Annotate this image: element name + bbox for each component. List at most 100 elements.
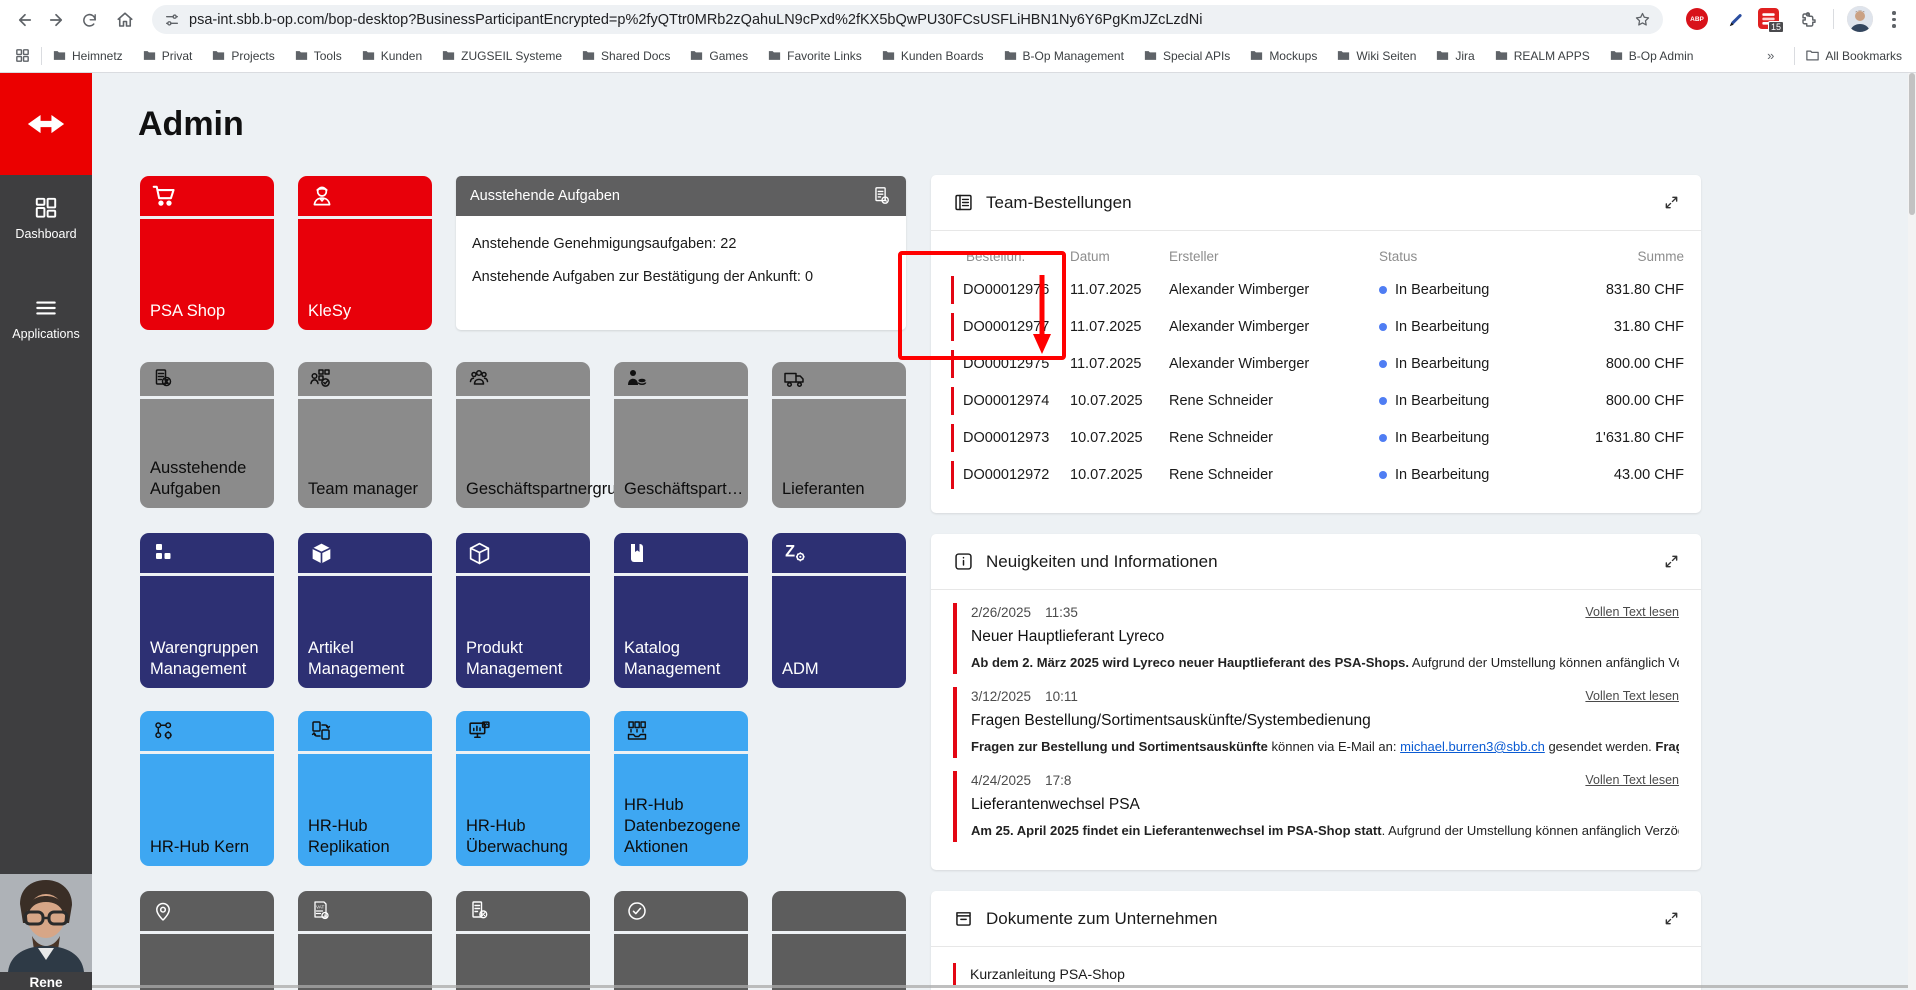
tile-artikel-management[interactable]: Artikel Management xyxy=(298,533,432,688)
vertical-scrollbar[interactable] xyxy=(1908,73,1916,990)
col-header-summe[interactable]: Summe xyxy=(1569,249,1684,264)
email-link[interactable]: michael.burren3@sbb.ch xyxy=(1400,739,1545,754)
scrollbar-thumb[interactable] xyxy=(1909,73,1915,215)
order-row[interactable]: DO00012977 11.07.2025 Alexander Wimberge… xyxy=(951,313,1684,341)
bookmark-folder[interactable]: B-Op Management xyxy=(1003,48,1124,63)
tile-klesy[interactable]: KleSy xyxy=(298,176,432,330)
sidebar-item-applications[interactable]: Applications xyxy=(0,295,92,341)
horizontal-scrollbar[interactable] xyxy=(92,985,1908,988)
tile-hrhub-ueberwachung[interactable]: HR-Hub Überwachung xyxy=(456,711,590,866)
order-row[interactable]: DO00012973 10.07.2025 Rene Schneider In … xyxy=(951,424,1684,452)
expand-icon[interactable] xyxy=(1664,554,1679,569)
tile-hrhub-kern[interactable]: HR-Hub Kern xyxy=(140,711,274,866)
col-header-bestellung[interactable]: Bestellun. xyxy=(957,249,1070,264)
browser-toolbar: psa-int.sbb.b-op.com/bop-desktop?Busines… xyxy=(0,0,1916,39)
bookmarks-overflow-icon[interactable]: » xyxy=(1767,48,1774,63)
order-sum: 800.00 CHF xyxy=(1569,393,1684,409)
order-date: 10.07.2025 xyxy=(1070,467,1169,483)
tile-team-manager[interactable]: Team manager xyxy=(298,362,432,508)
tile-geschaeftspartnergruppe[interactable]: Geschäftspartnergruppe xyxy=(456,362,590,508)
tile-lieferanten[interactable]: Lieferanten xyxy=(772,362,906,508)
bookmark-folder[interactable]: B-Op Admin xyxy=(1609,48,1694,63)
truck-icon xyxy=(783,367,807,391)
tile-geschaeftspartner[interactable]: Geschäftspart… xyxy=(614,362,748,508)
browser-menu-icon[interactable] xyxy=(1892,8,1896,30)
bookmark-folder[interactable]: REALM APPS xyxy=(1494,48,1590,63)
home-icon[interactable] xyxy=(112,7,138,33)
expand-icon[interactable] xyxy=(1664,911,1679,926)
tile-vat[interactable]: VATN xyxy=(298,891,432,990)
order-row[interactable]: DO00012976 11.07.2025 Alexander Wimberge… xyxy=(951,276,1684,304)
col-header-ersteller[interactable]: Ersteller xyxy=(1169,249,1379,264)
col-header-datum[interactable]: Datum xyxy=(1070,249,1169,264)
bookmark-folder[interactable]: Favorite Links xyxy=(767,48,862,63)
sidebar-item-dashboard[interactable]: Dashboard xyxy=(0,195,92,241)
blocks-icon xyxy=(151,541,175,565)
back-icon[interactable] xyxy=(12,7,38,33)
read-more-link[interactable]: Vollen Text lesen xyxy=(1585,689,1679,704)
read-more-link[interactable]: Vollen Text lesen xyxy=(1585,605,1679,620)
bookmark-folder[interactable]: Jira xyxy=(1435,48,1474,63)
user-name: Rene xyxy=(0,975,92,990)
tile-katalog-management[interactable]: Katalog Management xyxy=(614,533,748,688)
bookmark-folder[interactable]: Kunden Boards xyxy=(881,48,984,63)
bookmark-folder[interactable]: ZUGSEIL Systeme xyxy=(441,48,562,63)
data-tray-icon xyxy=(625,719,649,743)
order-row[interactable]: DO00012975 11.07.2025 Alexander Wimberge… xyxy=(951,350,1684,378)
bookmark-folder[interactable]: Wiki Seiten xyxy=(1336,48,1416,63)
read-more-link[interactable]: Vollen Text lesen xyxy=(1585,773,1679,788)
address-bar[interactable]: psa-int.sbb.b-op.com/bop-desktop?Busines… xyxy=(152,5,1663,34)
browser-profile-avatar[interactable] xyxy=(1847,6,1873,32)
counter-extension-icon[interactable]: 15 xyxy=(1758,8,1779,29)
sidebar-user[interactable]: Rene xyxy=(0,874,92,990)
forward-icon[interactable] xyxy=(43,7,69,33)
tile-ausstehende-aufgaben[interactable]: Ausstehende Aufgaben xyxy=(140,362,274,508)
pending-tasks-panel[interactable]: Ausstehende Aufgaben Anstehende Genehmig… xyxy=(456,176,906,330)
tile-weitere[interactable] xyxy=(772,891,906,990)
reload-icon[interactable] xyxy=(76,7,102,33)
document-link[interactable]: Kurzanleitung PSA-Shop xyxy=(953,963,1679,985)
tile-freigaben[interactable] xyxy=(614,891,748,990)
url-text[interactable]: psa-int.sbb.b-op.com/bop-desktop?Busines… xyxy=(189,12,1626,28)
tile-psa-shop[interactable]: PSA Shop xyxy=(140,176,274,330)
bookmark-folder[interactable]: Games xyxy=(689,48,748,63)
tile-standorte[interactable] xyxy=(140,891,274,990)
order-row[interactable]: DO00012972 10.07.2025 Rene Schneider In … xyxy=(951,461,1684,489)
news-body: Am 25. April 2025 findet ein Lieferanten… xyxy=(971,823,1679,838)
bookmark-folder[interactable]: Tools xyxy=(294,48,342,63)
bookmark-folder[interactable]: Special APIs xyxy=(1143,48,1230,63)
tile-label: Katalog Management xyxy=(624,638,738,680)
tile-steuern[interactable] xyxy=(456,891,590,990)
order-id: DO00012977 xyxy=(957,319,1070,335)
tile-hrhub-datenbezogene-aktionen[interactable]: HR-Hub Datenbezogene Aktionen xyxy=(614,711,748,866)
extensions-puzzle-icon[interactable] xyxy=(1796,7,1822,33)
order-date: 11.07.2025 xyxy=(1070,319,1169,335)
monitor-chart-icon xyxy=(467,719,492,744)
order-row[interactable]: DO00012974 10.07.2025 Rene Schneider In … xyxy=(951,387,1684,415)
bookmark-star-icon[interactable] xyxy=(1634,11,1651,28)
tile-warengruppen-management[interactable]: Warengruppen Management xyxy=(140,533,274,688)
order-status: In Bearbeitung xyxy=(1379,430,1569,446)
order-creator: Rene Schneider xyxy=(1169,467,1379,483)
bookmark-folder[interactable]: Heimnetz xyxy=(52,48,123,63)
bookmark-folder[interactable]: Kunden xyxy=(361,48,422,63)
bookmark-folder[interactable]: Mockups xyxy=(1249,48,1317,63)
tile-adm[interactable]: Z ADM xyxy=(772,533,906,688)
adblock-extension-icon[interactable]: ABP xyxy=(1686,8,1708,30)
order-id: DO00012973 xyxy=(957,430,1070,446)
tile-produkt-management[interactable]: Produkt Management xyxy=(456,533,590,688)
all-bookmarks-button[interactable]: All Bookmarks xyxy=(1805,48,1902,63)
site-settings-icon[interactable] xyxy=(164,12,180,28)
info-icon xyxy=(953,551,974,572)
order-status: In Bearbeitung xyxy=(1379,467,1569,483)
tile-hrhub-replikation[interactable]: HR-Hub Replikation xyxy=(298,711,432,866)
col-header-status[interactable]: Status xyxy=(1379,249,1569,264)
apps-grid-icon[interactable] xyxy=(14,47,31,64)
bookmark-folder[interactable]: Privat xyxy=(142,48,193,63)
bookmark-folder[interactable]: Shared Docs xyxy=(581,48,670,63)
bookmark-folder[interactable]: Projects xyxy=(211,48,274,63)
pen-extension-icon[interactable] xyxy=(1722,7,1748,33)
expand-icon[interactable] xyxy=(1664,195,1679,210)
status-dot xyxy=(1379,397,1387,405)
sbb-logo[interactable] xyxy=(0,73,92,175)
